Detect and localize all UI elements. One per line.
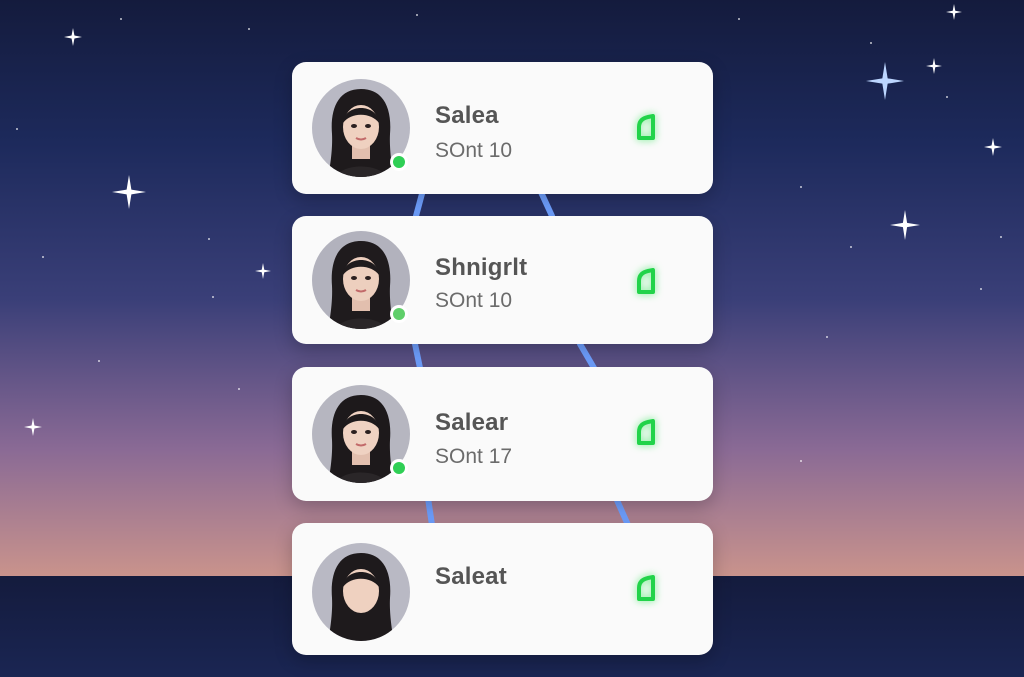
online-presence-dot-icon: [390, 153, 408, 171]
online-presence-dot-icon: [390, 459, 408, 477]
contact-card[interactable]: Salea SOnt 10: [292, 62, 713, 194]
contact-card[interactable]: Shnigrlt SOnt 10: [292, 216, 713, 344]
status-icon[interactable]: [633, 268, 659, 294]
online-presence-dot-icon: [390, 305, 408, 323]
contact-subtitle: SOnt 10: [435, 139, 513, 162]
contact-name: Salear: [435, 409, 509, 436]
contact-subtitle: SOnt 10: [435, 289, 513, 312]
status-icon[interactable]: [633, 419, 659, 445]
contact-subtitle: SOnt 17: [435, 445, 513, 468]
contact-name: Shnigrlt: [435, 254, 528, 281]
avatar: [312, 231, 410, 329]
status-icon[interactable]: [633, 114, 659, 140]
avatar: [312, 543, 410, 641]
avatar: [312, 385, 410, 483]
contact-name: Saleat: [435, 563, 507, 590]
contact-card[interactable]: Salear SOnt 17: [292, 367, 713, 501]
status-icon[interactable]: [633, 575, 659, 601]
contact-list: Salea SOnt 10 Shnigrlt SOnt 10 Salear SO…: [292, 62, 713, 677]
contact-name: Salea: [435, 102, 499, 129]
contact-card[interactable]: Saleat: [292, 523, 713, 655]
avatar-portrait-icon: [312, 543, 410, 641]
avatar: [312, 79, 410, 177]
